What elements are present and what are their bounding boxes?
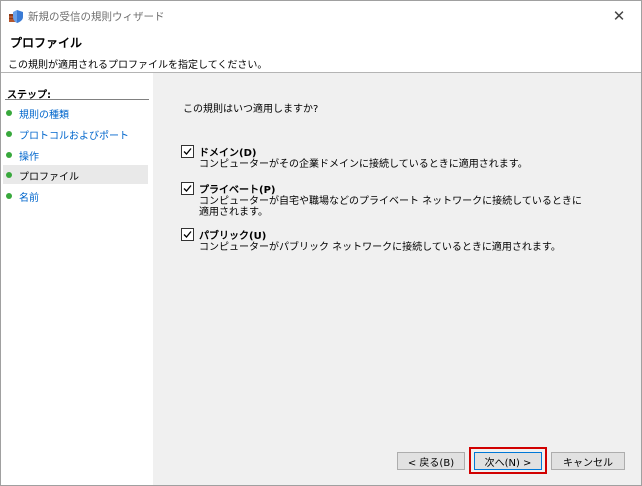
checkmark-icon <box>183 185 192 192</box>
firewall-app-icon <box>8 8 24 24</box>
option-description: コンピューターがパブリック ネットワークに接続しているときに適用されます。 <box>199 242 561 253</box>
cancel-button[interactable]: キャンセル <box>551 452 625 470</box>
close-button[interactable]: ✕ <box>597 1 641 31</box>
title-bar: 新規の受信の規則ウィザード ✕ <box>1 1 641 31</box>
domain-checkbox[interactable] <box>181 145 194 158</box>
step-label: プロトコルおよびポート <box>19 131 129 142</box>
option-title: プライベート(P) <box>199 185 276 196</box>
wizard-header: プロファイル この規則が適用されるプロファイルを指定してください。 <box>1 31 641 73</box>
main-content: この規則はいつ適用しますか? ドメイン(D) コンピューターがその企業ドメインに… <box>153 73 641 485</box>
step-action[interactable]: 操作 <box>3 145 148 164</box>
step-bullet-icon <box>6 110 12 116</box>
checkmark-icon <box>183 148 192 155</box>
step-bullet-icon <box>6 172 12 178</box>
step-bullet-icon <box>6 193 12 199</box>
steps-panel: ステップ: 規則の種類 プロトコルおよびポート 操作 プロファイル 名前 <box>1 73 153 485</box>
page-description: この規則が適用されるプロファイルを指定してください。 <box>8 60 268 71</box>
wizard-window: 新規の受信の規則ウィザード ✕ プロファイル この規則が適用されるプロファイルを… <box>0 0 642 486</box>
option-title: ドメイン(D) <box>199 148 257 159</box>
private-checkbox[interactable] <box>181 182 194 195</box>
step-rule-type[interactable]: 規則の種類 <box>3 103 148 122</box>
checkmark-icon <box>183 231 192 238</box>
next-button[interactable]: 次へ(N) > <box>474 452 542 470</box>
back-button[interactable]: < 戻る(B) <box>397 452 465 470</box>
steps-divider <box>5 99 149 100</box>
step-label: プロファイル <box>19 172 79 183</box>
close-icon: ✕ <box>612 7 626 25</box>
step-label: 規則の種類 <box>19 110 69 121</box>
question-text: この規則はいつ適用しますか? <box>183 104 319 115</box>
step-profile: プロファイル <box>3 165 148 184</box>
step-name[interactable]: 名前 <box>3 186 148 205</box>
page-title: プロファイル <box>10 36 83 50</box>
step-label: 操作 <box>19 152 39 163</box>
option-title: パブリック(U) <box>199 231 267 242</box>
step-label: 名前 <box>19 193 39 204</box>
public-checkbox[interactable] <box>181 228 194 241</box>
option-description: コンピューターが自宅や職場などのプライベート ネットワークに接続しているときに適… <box>199 196 582 218</box>
option-description: コンピューターがその企業ドメインに接続しているときに適用されます。 <box>199 159 528 170</box>
step-protocol-and-ports[interactable]: プロトコルおよびポート <box>3 124 148 143</box>
step-bullet-icon <box>6 152 12 158</box>
window-title: 新規の受信の規則ウィザード <box>28 11 165 23</box>
step-bullet-icon <box>6 131 12 137</box>
